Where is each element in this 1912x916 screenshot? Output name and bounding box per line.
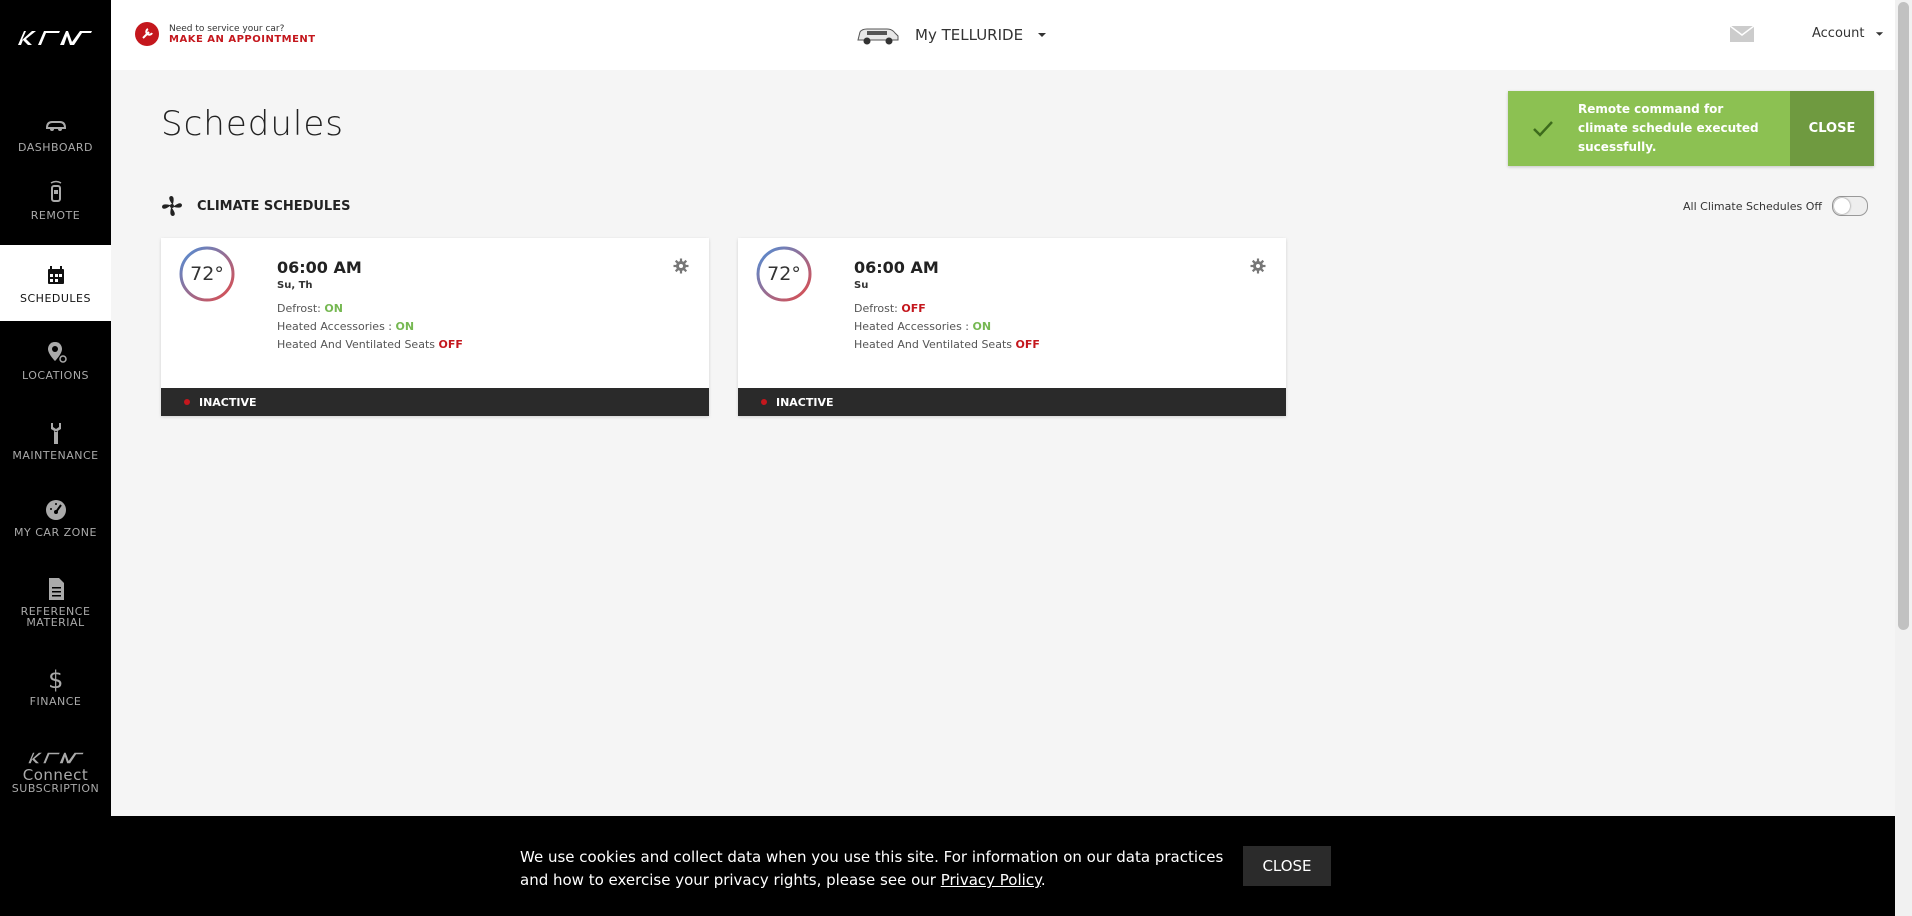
cookie-text-block: We use cookies and collect data when you… bbox=[520, 846, 1250, 892]
wrench-icon bbox=[50, 423, 61, 444]
remote-key-icon bbox=[50, 180, 61, 202]
temperature-value: 72° bbox=[767, 263, 801, 285]
sidebar-item-label: FINANCE bbox=[29, 695, 82, 708]
heated-seats-value: OFF bbox=[1015, 338, 1040, 351]
defrost-setting: Defrost: OFF bbox=[854, 302, 926, 315]
defrost-label: Defrost: bbox=[854, 302, 898, 315]
sidebar-item-label-line2: MATERIAL bbox=[26, 616, 85, 629]
sidebar-item-remote[interactable]: REMOTE bbox=[0, 180, 111, 230]
heated-accessories-setting: Heated Accessories : ON bbox=[854, 320, 991, 333]
sidebar-item-label: REMOTE bbox=[30, 209, 81, 222]
toast-message-text: Remote command for climate schedule exec… bbox=[1578, 102, 1759, 154]
sidebar-item-maintenance[interactable]: MAINTENANCE bbox=[0, 420, 111, 470]
toast-message: Remote command for climate schedule exec… bbox=[1578, 91, 1790, 166]
toast-close-button[interactable]: CLOSE bbox=[1790, 91, 1874, 166]
gear-icon[interactable] bbox=[673, 258, 689, 274]
svg-text:$: $ bbox=[48, 666, 64, 692]
temperature-value: 72° bbox=[190, 263, 224, 285]
all-off-label: All Climate Schedules Off bbox=[1683, 199, 1822, 213]
sidebar-item-label-line2: SUBSCRIPTION bbox=[11, 782, 100, 795]
service-prompt: Need to service your car? bbox=[169, 23, 285, 34]
mail-icon[interactable] bbox=[1730, 26, 1754, 42]
sidebar-item-reference-material[interactable]: REFERENCE MATERIAL bbox=[0, 576, 111, 636]
vehicle-selector[interactable]: My TELLURIDE bbox=[855, 24, 1047, 46]
defrost-value: OFF bbox=[901, 302, 926, 315]
defrost-value: ON bbox=[324, 302, 343, 315]
schedule-time: 06:00 AM bbox=[854, 258, 939, 277]
heated-accessories-label: Heated Accessories : bbox=[854, 320, 970, 333]
schedule-days: Su bbox=[854, 280, 869, 291]
schedule-status-bar: INACTIVE bbox=[738, 388, 1286, 416]
heated-accessories-value: ON bbox=[972, 320, 992, 333]
document-icon bbox=[48, 578, 64, 600]
heated-accessories-value: ON bbox=[395, 320, 415, 333]
cookie-text-end: . bbox=[1040, 871, 1046, 889]
top-header: Need to service your car? MAKE AN APPOIN… bbox=[111, 0, 1895, 70]
schedule-time: 06:00 AM bbox=[277, 258, 362, 277]
heated-seats-value: OFF bbox=[438, 338, 463, 351]
all-schedules-off: All Climate Schedules Off bbox=[1683, 196, 1868, 216]
heated-seats-setting: Heated And Ventilated Seats OFF bbox=[854, 338, 1040, 351]
chevron-down-icon bbox=[1038, 33, 1047, 37]
sidebar-item-finance[interactable]: $ FINANCE bbox=[0, 666, 111, 716]
sidebar-item-label: DASHBOARD bbox=[17, 141, 93, 154]
wrench-icon bbox=[135, 22, 159, 46]
status-badge: INACTIVE bbox=[776, 395, 834, 409]
scrollbar-thumb[interactable] bbox=[1898, 2, 1909, 630]
heated-seats-label: Heated And Ventilated Seats bbox=[854, 338, 1012, 351]
schedule-card: 72° 06:00 AM Su Defrost: OFF Heated Acce… bbox=[738, 238, 1286, 416]
privacy-policy-link[interactable]: Privacy Policy bbox=[941, 871, 1041, 889]
vehicle-thumbnail-icon bbox=[857, 28, 899, 45]
status-dot bbox=[761, 399, 767, 405]
climate-schedules-header: CLIMATE SCHEDULES bbox=[161, 195, 350, 217]
sidebar-item-dashboard[interactable]: DASHBOARD bbox=[0, 112, 111, 154]
sidebar-item-label: SCHEDULES bbox=[20, 292, 91, 305]
toggle-knob bbox=[1833, 198, 1850, 214]
gear-icon[interactable] bbox=[1250, 258, 1266, 274]
service-appointment[interactable]: Need to service your car? MAKE AN APPOIN… bbox=[135, 22, 316, 46]
schedule-days: Su, Th bbox=[277, 280, 313, 291]
cookie-banner: We use cookies and collect data when you… bbox=[111, 816, 1895, 916]
vehicle-name: My TELLURIDE bbox=[915, 26, 1024, 44]
kia-logo-icon bbox=[27, 752, 84, 764]
cookie-text: We use cookies and collect data when you… bbox=[520, 848, 1224, 889]
heated-accessories-setting: Heated Accessories : ON bbox=[277, 320, 414, 333]
sidebar-item-locations[interactable]: LOCATIONS bbox=[0, 340, 111, 390]
heated-seats-setting: Heated And Ventilated Seats OFF bbox=[277, 338, 463, 351]
account-menu[interactable]: Account bbox=[1812, 26, 1884, 41]
car-icon bbox=[45, 121, 66, 131]
all-schedules-off-toggle[interactable] bbox=[1831, 196, 1868, 216]
heated-seats-label: Heated And Ventilated Seats bbox=[277, 338, 435, 351]
schedule-card: 72° 06:00 AM Su, Th Defrost: ON Heated A… bbox=[161, 238, 709, 416]
cookie-close-button[interactable]: CLOSE bbox=[1243, 846, 1331, 886]
kia-logo[interactable] bbox=[16, 28, 94, 48]
defrost-label: Defrost: bbox=[277, 302, 321, 315]
sidebar-item-label-line1: Connect bbox=[22, 766, 89, 784]
success-toast: Remote command for climate schedule exec… bbox=[1508, 91, 1874, 166]
calendar-icon bbox=[47, 266, 64, 284]
sidebar-item-connect-subscription[interactable]: Connect SUBSCRIPTION bbox=[0, 750, 111, 800]
speedometer-icon bbox=[45, 500, 66, 520]
heated-accessories-label: Heated Accessories : bbox=[277, 320, 393, 333]
sidebar-item-schedules[interactable]: SCHEDULES bbox=[0, 245, 111, 321]
fan-icon bbox=[162, 196, 182, 216]
chevron-down-icon bbox=[1875, 32, 1883, 36]
sidebar-item-label: MAINTENANCE bbox=[12, 449, 99, 462]
sidebar-item-my-car-zone[interactable]: MY CAR ZONE bbox=[0, 497, 111, 547]
dollar-icon: $ bbox=[48, 666, 64, 692]
section-title: CLIMATE SCHEDULES bbox=[197, 198, 351, 214]
status-dot bbox=[184, 399, 190, 405]
account-label: Account bbox=[1812, 26, 1865, 41]
sidebar-item-label: MY CAR ZONE bbox=[14, 526, 97, 539]
page-scrollbar[interactable] bbox=[1895, 0, 1912, 916]
schedule-status-bar: INACTIVE bbox=[161, 388, 709, 416]
make-appointment-link[interactable]: MAKE AN APPOINTMENT bbox=[169, 34, 316, 45]
checkmark-icon bbox=[1508, 91, 1578, 166]
page-title: Schedules bbox=[161, 104, 344, 144]
location-pin-icon bbox=[47, 342, 67, 363]
status-badge: INACTIVE bbox=[199, 395, 257, 409]
defrost-setting: Defrost: ON bbox=[277, 302, 343, 315]
sidebar-item-label: LOCATIONS bbox=[21, 369, 90, 382]
sidebar: DASHBOARD REMOTE SCHEDULES LOCATIONS MAI… bbox=[0, 0, 111, 916]
